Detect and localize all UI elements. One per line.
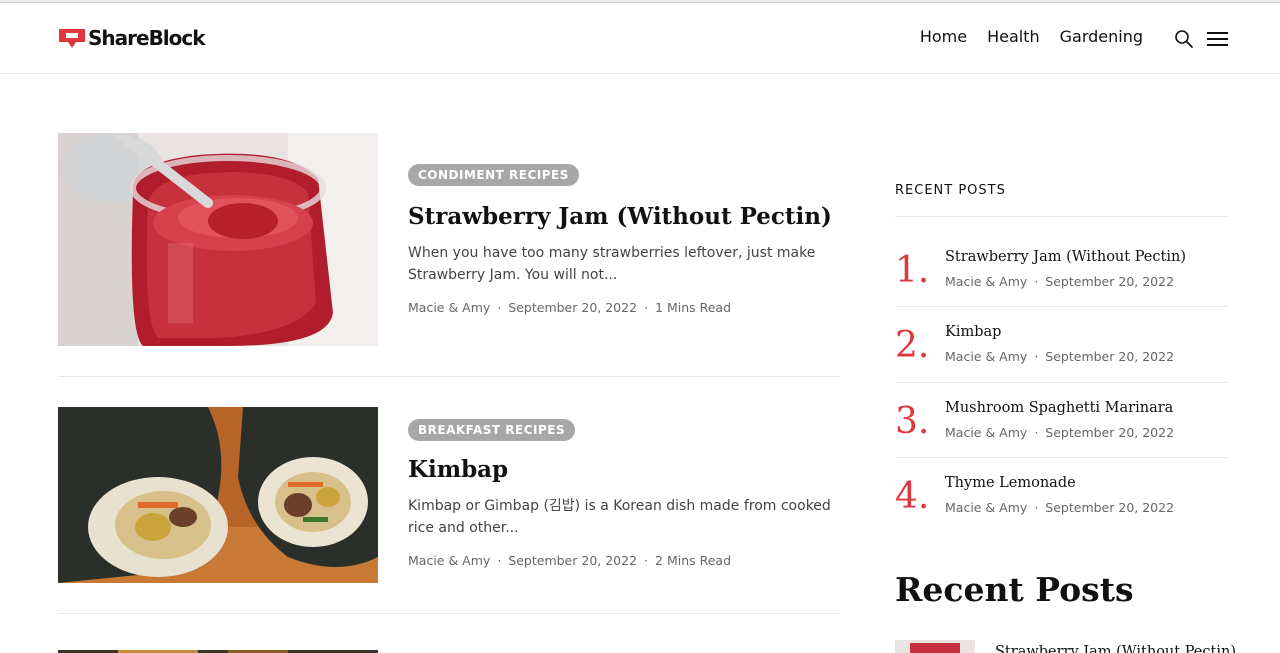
post-author[interactable]: Macie & Amy <box>408 300 490 315</box>
meta-separator: · <box>497 553 502 568</box>
recent-post-item: 3. Mushroom Spaghetti Marinara Macie & A… <box>895 398 1228 473</box>
recent-post-meta: Macie & Amy · September 20, 2022 <box>945 274 1174 289</box>
meta-separator: · <box>644 553 649 568</box>
post-thumbnail[interactable] <box>58 407 378 583</box>
post-body: BREAKFAST RECIPES Kimbap Kimbap or Gimba… <box>408 407 848 568</box>
recent-post-number: 3. <box>895 401 930 442</box>
recent-post-author[interactable]: Macie & Amy <box>945 349 1027 364</box>
meta-separator: · <box>1034 500 1039 515</box>
site-header: ShareBlock Home Health Gardening <box>0 3 1280 74</box>
strawberry-jam-thumb-image <box>895 640 975 653</box>
post-category-badge[interactable]: CONDIMENT RECIPES <box>408 164 579 186</box>
recent-post-number: 1. <box>895 250 930 291</box>
recent-post-date: September 20, 2022 <box>1045 425 1175 440</box>
meta-separator: · <box>1034 274 1039 289</box>
nav-item-gardening[interactable]: Gardening <box>1060 27 1143 46</box>
post-thumbnail[interactable] <box>58 133 378 346</box>
recent-post-author[interactable]: Macie & Amy <box>945 425 1027 440</box>
logo-icon <box>59 29 85 48</box>
recent-post-date: September 20, 2022 <box>1045 500 1175 515</box>
post-divider <box>58 613 840 614</box>
sidebar-divider <box>895 457 1228 458</box>
sidebar-divider <box>895 306 1228 307</box>
post-date: September 20, 2022 <box>508 553 638 568</box>
recent-post-date: September 20, 2022 <box>1045 349 1175 364</box>
strawberry-jam-image <box>58 133 378 346</box>
recent-post-number: 4. <box>895 476 930 517</box>
recent-post-title[interactable]: Strawberry Jam (Without Pectin) <box>945 247 1186 267</box>
post-title[interactable]: Kimbap <box>408 455 848 485</box>
post-meta: Macie & Amy · September 20, 2022 · 1 Mins Re… <box>408 300 848 315</box>
post-excerpt: When you have too many strawberries left… <box>408 245 816 283</box>
sidebar-divider <box>895 382 1228 383</box>
post-author[interactable]: Macie & Amy <box>408 553 490 568</box>
post-thumbnail[interactable] <box>58 644 378 653</box>
recent-post-thumbnail[interactable] <box>895 640 975 653</box>
post-title[interactable]: Strawberry Jam (Without Pectin) <box>408 202 848 232</box>
nav-item-home[interactable]: Home <box>920 27 967 46</box>
recent-post-item: 1. Strawberry Jam (Without Pectin) Macie… <box>895 247 1228 322</box>
post-read-time: 1 Mins Read <box>655 300 732 315</box>
search-icon[interactable] <box>1174 29 1194 49</box>
widget-heading: Recent Posts <box>895 570 1134 609</box>
recent-post-number: 2. <box>895 325 930 366</box>
sidebar-divider <box>895 216 1228 217</box>
recent-post-author[interactable]: Macie & Amy <box>945 500 1027 515</box>
meta-separator: · <box>1034 425 1039 440</box>
recent-post-title[interactable]: Strawberry Jam (Without Pectin) <box>995 644 1236 653</box>
meta-separator: · <box>497 300 502 315</box>
recent-post-date: September 20, 2022 <box>1045 274 1175 289</box>
recent-post-title[interactable]: Mushroom Spaghetti Marinara <box>945 398 1173 418</box>
post-card: CONDIMENT RECIPES Strawberry Jam (Withou… <box>58 133 840 346</box>
post-card: BREAKFAST RECIPES Kimbap Kimbap or Gimba… <box>58 407 840 583</box>
recent-post-meta: Macie & Amy · September 20, 2022 <box>945 425 1174 440</box>
recent-post-author[interactable]: Macie & Amy <box>945 274 1027 289</box>
hamburger-menu-icon[interactable] <box>1207 31 1228 47</box>
post-divider <box>58 376 840 377</box>
recent-post-meta: Macie & Amy · September 20, 2022 <box>945 500 1174 515</box>
kimbap-image <box>58 407 378 583</box>
post-date: September 20, 2022 <box>508 300 638 315</box>
meta-separator: · <box>1034 349 1039 364</box>
post-body: CONDIMENT RECIPES Strawberry Jam (Withou… <box>408 133 848 315</box>
recent-post-item: 4. Thyme Lemonade Macie & Amy · September … <box>895 473 1228 548</box>
recent-post-title[interactable]: Kimbap <box>945 322 1001 342</box>
sidebar-heading: RECENT POSTS <box>895 183 1006 198</box>
nav-item-health[interactable]: Health <box>987 27 1040 46</box>
recent-post-meta: Macie & Amy · September 20, 2022 <box>945 349 1174 364</box>
meta-separator: · <box>644 300 649 315</box>
recent-post-item: 2. Kimbap Macie & Amy · September 20, 2022 <box>895 322 1228 397</box>
logo-text: ShareBlock <box>88 26 206 50</box>
post-category-badge[interactable]: BREAKFAST RECIPES <box>408 419 576 441</box>
main-nav: Home Health Gardening <box>920 27 1143 46</box>
post-excerpt: Kimbap or Gimbap (김밥) is a Korean dish m… <box>408 498 831 536</box>
recent-post-title[interactable]: Thyme Lemonade <box>945 473 1076 493</box>
site-logo[interactable]: ShareBlock <box>58 25 206 51</box>
post-meta: Macie & Amy · September 20, 2022 · 2 Mins Re… <box>408 553 848 568</box>
post-read-time: 2 Mins Read <box>655 553 732 568</box>
